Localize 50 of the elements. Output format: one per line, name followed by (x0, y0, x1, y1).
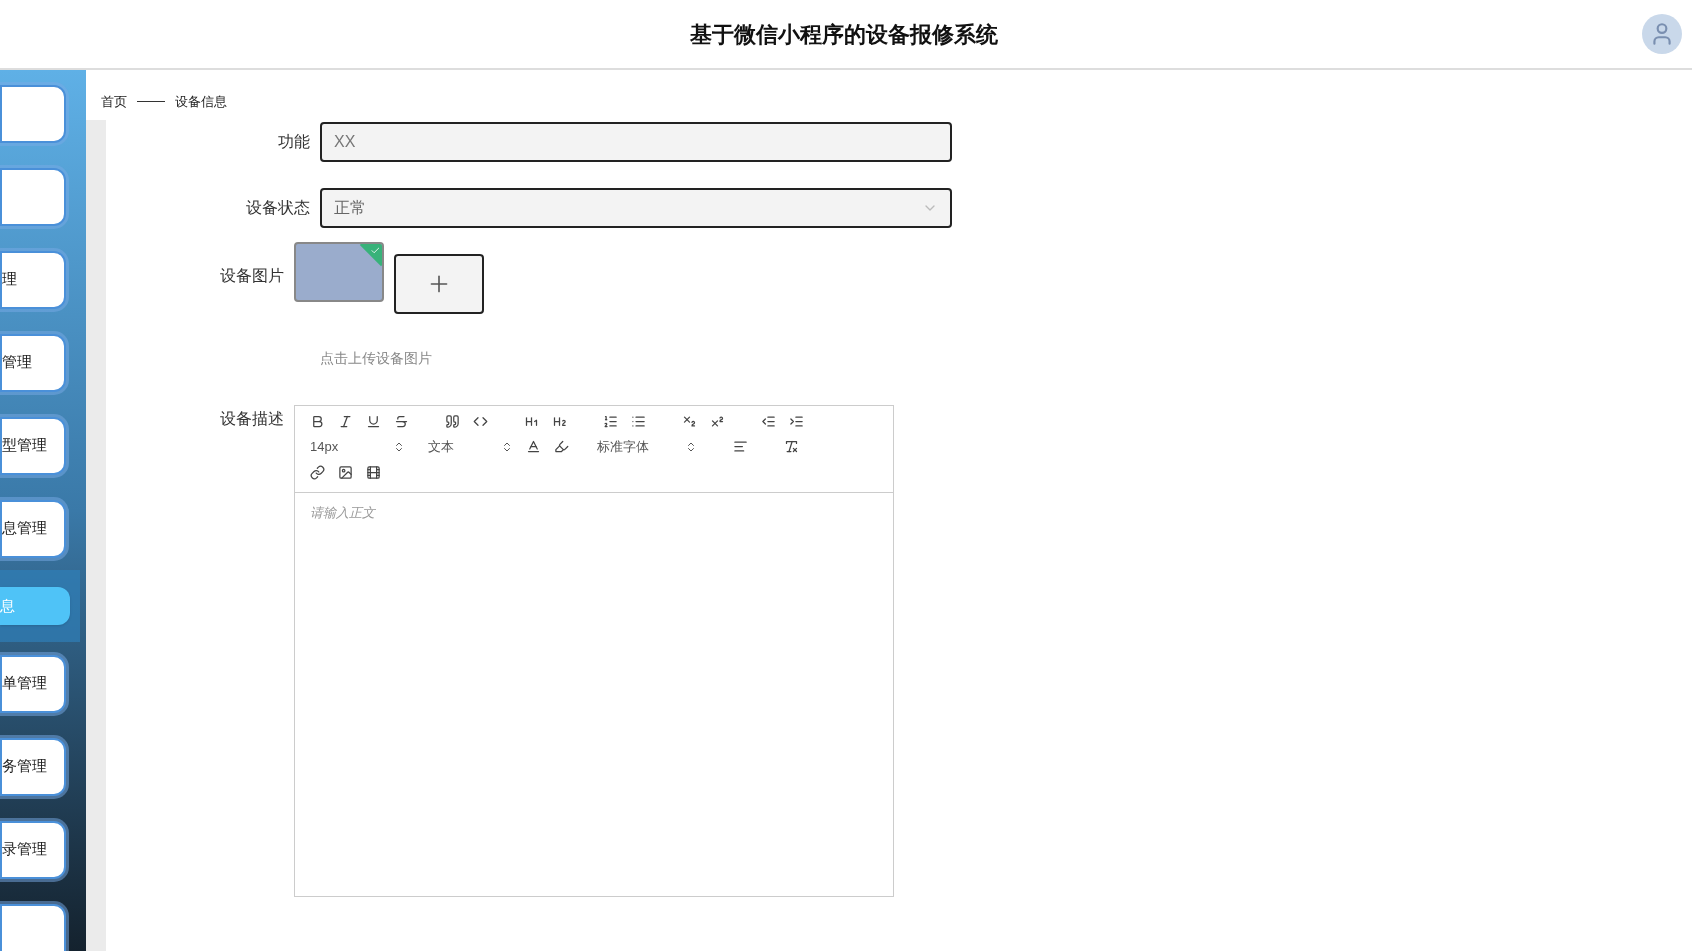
sidebar-item[interactable]: 型管理 (0, 416, 66, 475)
breadcrumb-current: 设备信息 (175, 93, 227, 111)
image-icon[interactable] (338, 464, 353, 480)
form-label: 设备描述 (220, 410, 284, 427)
up-down-icon (393, 440, 405, 453)
code-icon[interactable] (473, 414, 488, 429)
bold-icon[interactable] (310, 414, 325, 429)
clear-format-icon[interactable] (784, 439, 799, 455)
underline-icon[interactable] (366, 414, 381, 429)
form-label: 设备状态 (245, 198, 310, 218)
paragraph-select[interactable]: 文本 (418, 437, 513, 457)
indent-icon[interactable] (789, 414, 804, 429)
sidebar-item[interactable]: 理 (0, 250, 66, 309)
sidebar-item[interactable]: 单管理 (0, 654, 66, 713)
font-color-icon[interactable] (526, 439, 541, 455)
add-image-button[interactable] (394, 254, 484, 314)
sidebar-item[interactable]: 息管理 (0, 499, 66, 558)
form-label: 功能 (277, 132, 310, 152)
quote-icon[interactable] (445, 414, 460, 429)
heading-one-icon[interactable] (524, 414, 539, 429)
sidebar-item[interactable]: 管理 (0, 333, 66, 392)
upload-hint: 点击上传设备图片 (320, 349, 433, 368)
strikethrough-icon[interactable] (394, 414, 409, 429)
highlight-icon[interactable] (554, 439, 569, 455)
status-select[interactable]: 正常 (320, 188, 952, 228)
sidebar-item[interactable] (0, 167, 66, 226)
sidebar-item[interactable] (0, 84, 66, 143)
superscript-icon[interactable] (710, 414, 725, 429)
outdent-icon[interactable] (761, 414, 776, 429)
sidebar-item[interactable]: 录管理 (0, 820, 66, 879)
link-icon[interactable] (310, 464, 325, 480)
up-down-icon (501, 440, 513, 453)
font-size-select[interactable]: 14px (310, 437, 405, 457)
subscript-icon[interactable] (682, 414, 697, 429)
font-family-select[interactable]: 标准字体 (597, 437, 697, 457)
heading-two-icon[interactable] (552, 414, 567, 429)
sidebar-item[interactable]: 务管理 (0, 737, 66, 796)
bullet-list-icon[interactable] (631, 414, 646, 429)
video-icon[interactable] (366, 464, 381, 480)
italic-icon[interactable] (338, 414, 353, 429)
sidebar-item[interactable] (0, 903, 66, 951)
align-icon[interactable] (733, 439, 748, 455)
avatar[interactable] (1642, 14, 1682, 54)
system-title: 基于微信小程序的设备报修系统 (688, 20, 999, 49)
ordered-list-icon[interactable] (603, 414, 618, 429)
up-down-icon (685, 440, 697, 453)
form-label: 设备图片 (220, 267, 284, 284)
breadcrumb-link[interactable]: 首页 (101, 92, 127, 112)
editor-body[interactable]: 请输入正文 (294, 493, 894, 897)
function-input[interactable]: XX (320, 122, 952, 162)
